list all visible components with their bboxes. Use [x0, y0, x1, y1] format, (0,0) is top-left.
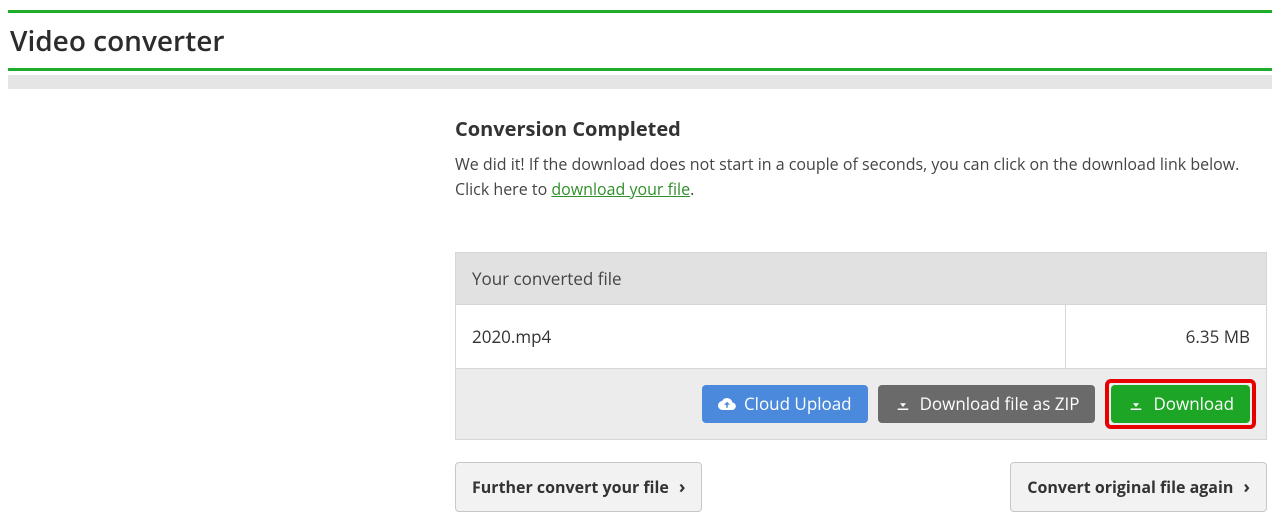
download-button[interactable]: Download [1111, 385, 1250, 423]
footer-buttons: Further convert your file › Convert orig… [455, 462, 1267, 512]
download-zip-button[interactable]: Download file as ZIP [878, 385, 1096, 423]
status-heading: Conversion Completed [455, 115, 1267, 142]
cloud-upload-icon [718, 395, 736, 413]
download-highlight: Download [1105, 379, 1256, 429]
cloud-upload-button[interactable]: Cloud Upload [702, 385, 868, 423]
divider-under-title [8, 68, 1272, 71]
chevron-right-icon: › [679, 475, 686, 499]
file-name-cell: 2020.mp4 [456, 305, 1066, 368]
download-label: Download [1153, 395, 1234, 412]
convert-again-label: Convert original file again [1027, 476, 1233, 498]
convert-again-button[interactable]: Convert original file again › [1010, 462, 1267, 512]
main-content: Conversion Completed We did it! If the d… [455, 115, 1267, 512]
status-message: We did it! If the download does not star… [455, 152, 1267, 202]
file-size-cell: 6.35 MB [1066, 305, 1266, 368]
file-actions: Cloud Upload Download file as ZIP Downlo… [456, 369, 1266, 439]
cloud-upload-label: Cloud Upload [744, 395, 852, 412]
further-convert-label: Further convert your file [472, 476, 669, 498]
download-zip-label: Download file as ZIP [920, 395, 1080, 412]
chevron-right-icon: › [1243, 475, 1250, 499]
download-icon [894, 395, 912, 413]
converted-file-table: Your converted file 2020.mp4 6.35 MB Clo… [455, 252, 1267, 440]
download-icon [1127, 395, 1145, 413]
divider-top [8, 10, 1272, 13]
table-row: 2020.mp4 6.35 MB [456, 305, 1266, 369]
further-convert-button[interactable]: Further convert your file › [455, 462, 702, 512]
gray-bar [8, 75, 1272, 89]
download-file-link[interactable]: download your file [551, 178, 690, 200]
status-message-post: . [690, 178, 694, 200]
page-title: Video converter [8, 16, 1272, 66]
table-header: Your converted file [456, 253, 1266, 305]
